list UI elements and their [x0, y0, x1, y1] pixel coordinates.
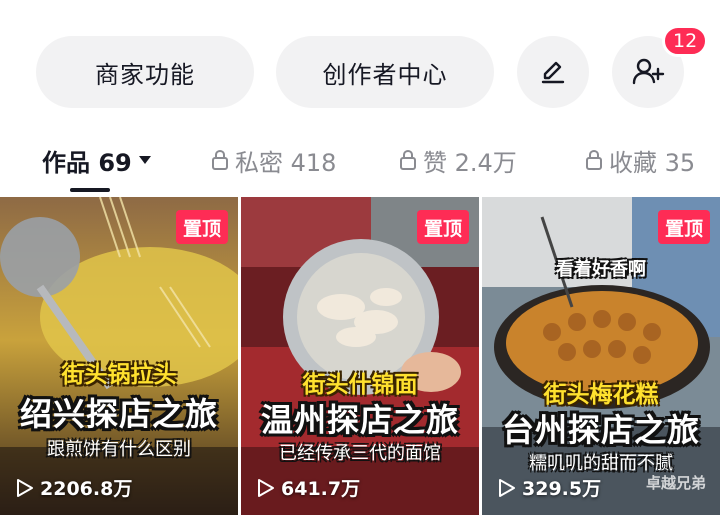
pinned-badge: 置顶 — [416, 210, 469, 244]
lock-icon — [585, 149, 603, 171]
video-thumbnail — [241, 197, 479, 515]
video-caption-top: 街头什锦面 — [302, 372, 418, 398]
notification-badge: 12 — [662, 25, 709, 57]
pinned-label: 置顶 — [664, 217, 703, 240]
video-caption-top: 街头锅拉头 — [61, 362, 177, 388]
pinned-badge: 置顶 — [657, 210, 710, 244]
play-icon — [16, 478, 34, 498]
tab-favorites[interactable]: 收藏 35 — [585, 138, 695, 182]
view-count-value: 329.5万 — [522, 478, 602, 500]
merchant-functions-label: 商家功能 — [95, 60, 195, 89]
merchant-functions-button[interactable]: 商家功能 — [36, 36, 254, 108]
video-subtitle: 跟煎饼有什么区别 — [47, 439, 191, 460]
view-count-value: 641.7万 — [281, 478, 361, 500]
video-grid: 置顶 街头锅拉头 绍兴探店之旅 跟煎饼有什么区别 2206.8万 置顶 街头什锦… — [0, 197, 720, 518]
active-tab-indicator — [70, 188, 110, 192]
tab-liked-label: 赞 2.4万 — [423, 148, 517, 177]
pinned-label: 置顶 — [423, 217, 462, 240]
notification-count: 12 — [673, 30, 698, 52]
tab-works[interactable]: 作品 69 — [42, 138, 152, 182]
tab-private-label: 私密 418 — [235, 148, 337, 177]
creator-center-label: 创作者中心 — [322, 60, 448, 89]
lock-icon — [211, 149, 229, 171]
view-count-value: 2206.8万 — [40, 478, 133, 500]
play-icon — [257, 478, 275, 498]
pinned-badge: 置顶 — [175, 210, 228, 244]
video-title: 绍兴探店之旅 — [19, 395, 218, 433]
video-overlay-text: 看着好香啊 — [556, 259, 646, 280]
pinned-label: 置顶 — [182, 217, 221, 240]
view-count: 641.7万 — [257, 474, 360, 501]
tab-works-label: 作品 69 — [42, 148, 132, 177]
video-caption-top: 街头梅花糕 — [543, 382, 659, 408]
view-count: 329.5万 — [498, 474, 601, 501]
creator-center-button[interactable]: 创作者中心 — [276, 36, 494, 108]
tab-liked[interactable]: 赞 2.4万 — [399, 138, 517, 182]
view-count: 2206.8万 — [16, 474, 132, 501]
tab-private[interactable]: 私密 418 — [211, 138, 336, 182]
tab-favorites-label: 收藏 35 — [609, 148, 696, 177]
profile-tabs: 作品 69 私密 418 赞 2.4万 收藏 35 — [0, 138, 720, 190]
video-card[interactable]: 置顶 看着好香啊 街头梅花糕 台州探店之旅 糯叽叽的甜而不腻 卓越兄弟 329.… — [482, 197, 720, 515]
play-icon — [498, 478, 516, 498]
edit-icon — [541, 61, 565, 84]
creator-watermark: 卓越兄弟 — [645, 474, 706, 492]
video-title: 台州探店之旅 — [501, 411, 700, 449]
video-card[interactable]: 置顶 街头什锦面 温州探店之旅 已经传承三代的面馆 641.7万 — [241, 197, 479, 515]
edit-profile-button[interactable] — [517, 36, 589, 108]
video-card[interactable]: 置顶 街头锅拉头 绍兴探店之旅 跟煎饼有什么区别 2206.8万 — [0, 197, 238, 515]
caret-down-icon — [138, 155, 152, 165]
video-title: 温州探店之旅 — [260, 401, 459, 439]
video-subtitle: 已经传承三代的面馆 — [279, 443, 441, 464]
lock-icon — [399, 149, 417, 171]
add-friend-icon — [632, 58, 665, 85]
